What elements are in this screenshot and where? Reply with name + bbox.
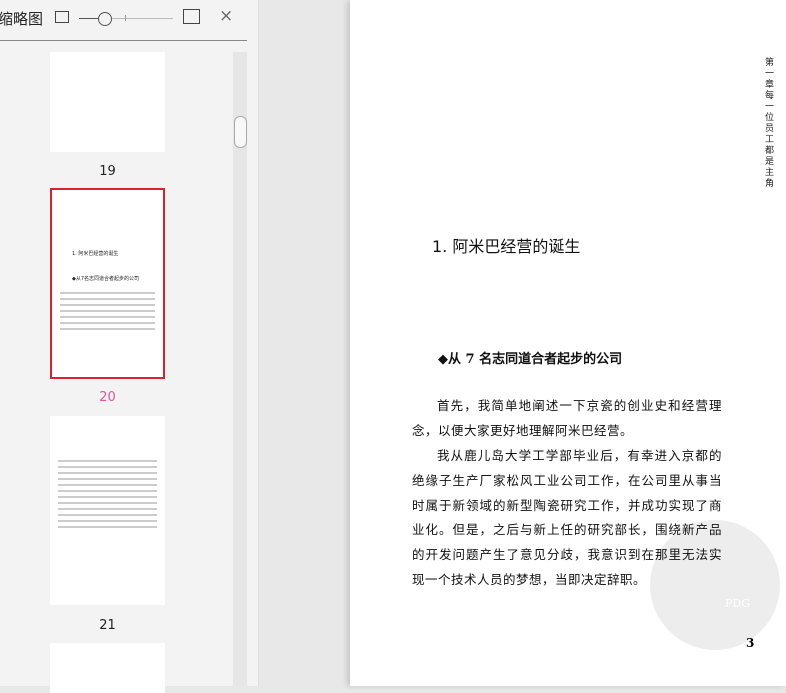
scrollbar[interactable] — [233, 52, 247, 686]
thumbnail-label: 19 — [99, 164, 116, 179]
scrollbar-thumb[interactable] — [234, 116, 247, 148]
thumbnail-label-selected: 20 — [99, 390, 116, 405]
zoom-slider[interactable] — [79, 18, 173, 19]
page-number: 3 — [746, 636, 755, 650]
section-subtitle: ◆从 7 名志同道合者起步的公司 — [438, 352, 623, 367]
chapter-header: 第一章 每一位员工都是主角 — [765, 58, 775, 189]
slider-tick — [125, 15, 126, 21]
paragraph: 我从鹿儿岛大学工学部毕业后，有幸进入京都的绝缘子生产厂家松风工业公司工作，在公司… — [412, 448, 722, 587]
panel-title: 缩略图 — [0, 10, 44, 28]
slider-knob[interactable] — [98, 12, 112, 26]
small-image-icon[interactable] — [55, 11, 69, 23]
thumb-sub: ◆从7名志同道合者起步的公司 — [72, 276, 140, 282]
thumbnail-page-20[interactable]: 1. 阿米巴经营的诞生 ◆从7名志同道合者起步的公司 — [50, 188, 165, 379]
thumb-heading: 1. 阿米巴经营的诞生 — [72, 251, 119, 257]
paragraph: 首先，我简单地阐述一下京瓷的创业史和经营理念，以便大家更好地理解阿米巴经营。 — [412, 398, 722, 438]
thumbnail-label: 21 — [99, 618, 116, 633]
thumbnail-panel: 缩略图 × 19 1. 阿米巴经营的诞生 ◆从7名志同道合者起步的公司 20 2… — [0, 0, 259, 693]
divider — [0, 40, 247, 41]
large-image-icon[interactable] — [183, 9, 200, 24]
document-page: 第一章 每一位员工都是主角 1. 阿米巴经营的诞生 ◆从 7 名志同道合者起步的… — [350, 0, 786, 686]
close-icon[interactable]: × — [219, 6, 233, 26]
section-title: 1. 阿米巴经营的诞生 — [432, 237, 581, 256]
thumbnail-page-21[interactable] — [50, 416, 165, 605]
thumbnail-page-19[interactable] — [50, 52, 165, 152]
